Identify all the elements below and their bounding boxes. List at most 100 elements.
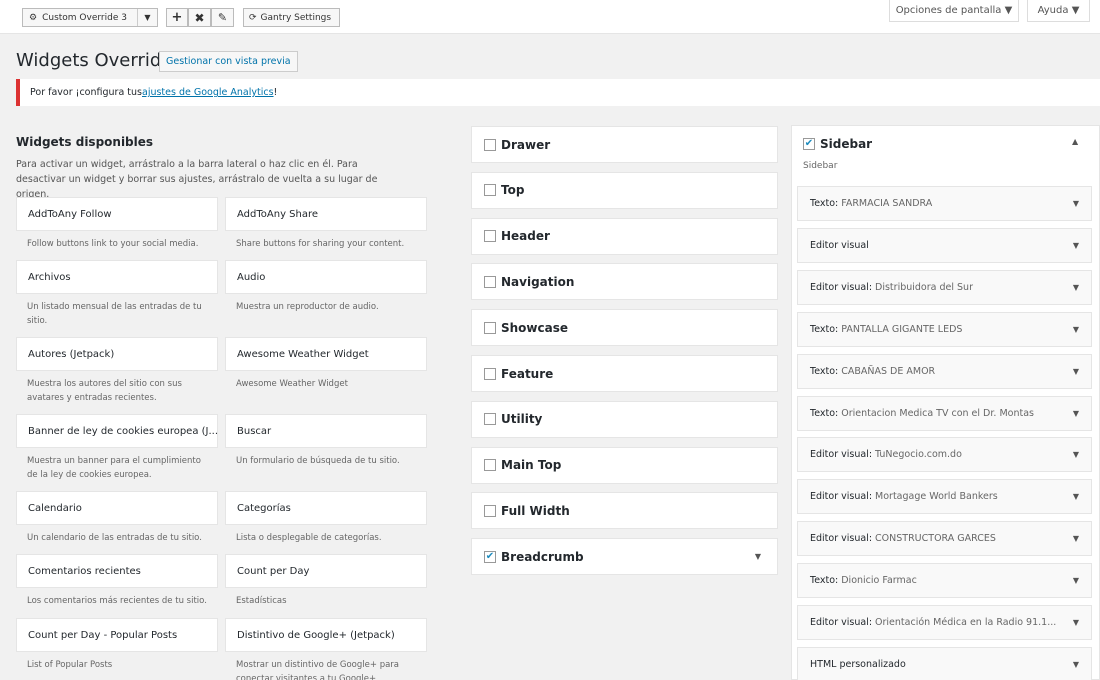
position-showcase[interactable]: Showcase xyxy=(471,309,778,347)
position-checkbox[interactable] xyxy=(484,138,496,151)
caret-down-icon[interactable]: ▼ xyxy=(1073,283,1079,292)
widget-type: Editor visual xyxy=(810,239,869,251)
sidebar-widget-item[interactable]: Editor visual: TuNegocio.com.do ▼ xyxy=(797,437,1092,473)
widget-type: HTML personalizado xyxy=(810,658,906,670)
position-name: Showcase xyxy=(501,320,569,335)
available-widget[interactable]: Count per Day - Popular Posts xyxy=(16,618,218,652)
position-checkbox[interactable] xyxy=(484,321,496,334)
widget-title: TuNegocio.com.do xyxy=(875,449,962,461)
available-widget[interactable]: Comentarios recientes xyxy=(16,554,218,588)
available-widget[interactable]: Count per Day xyxy=(225,554,427,588)
available-widget[interactable]: Autores (Jetpack) xyxy=(16,337,218,371)
plus-icon: + xyxy=(171,10,183,25)
manage-preview-button[interactable]: Gestionar con vista previa xyxy=(159,51,298,72)
widget-description: Lista o desplegable de categorías. xyxy=(236,533,382,543)
caret-down-icon[interactable]: ▼ xyxy=(755,552,761,561)
sidebar-checkbox[interactable]: ✔ xyxy=(803,138,815,150)
widget-name: Categorías xyxy=(237,502,291,514)
position-name: Utility xyxy=(501,412,543,427)
widget-description: Los comentarios más recientes de tu siti… xyxy=(27,596,207,606)
sidebar-widget-item[interactable]: Editor visual: Orientación Médica en la R… xyxy=(797,605,1092,640)
position-header[interactable]: Header xyxy=(471,217,778,255)
position-feature[interactable]: Feature xyxy=(471,355,778,392)
caret-down-icon[interactable]: ▼ xyxy=(1073,325,1079,334)
available-widget[interactable]: Categorías xyxy=(225,491,427,525)
available-widget[interactable]: Archivos xyxy=(16,260,218,294)
widget-name: Archivos xyxy=(28,271,71,283)
widget-description: Awesome Weather Widget xyxy=(236,379,348,389)
override-select[interactable]: ⚙ Custom Override 3 ▼ xyxy=(22,8,158,27)
sidebar-widget-item[interactable]: Texto: FARMACIA SANDRA ▼ xyxy=(797,186,1092,221)
available-widget[interactable]: AddToAny Follow xyxy=(16,197,218,231)
sidebar-header[interactable]: ✔ Sidebar xyxy=(803,137,872,151)
help-label: Ayuda xyxy=(1037,5,1069,16)
close-icon: ✖ xyxy=(194,10,205,25)
position-checkbox[interactable] xyxy=(484,184,496,197)
position-utility[interactable]: Utility xyxy=(471,400,778,438)
available-widgets-description: Para activar un widget, arrástralo a la … xyxy=(16,159,378,200)
notice-text-before: Por favor ¡configura tus xyxy=(30,87,142,98)
widget-description: Mostrar un distintivo de Google+ para co… xyxy=(236,660,399,680)
widget-name: Awesome Weather Widget xyxy=(237,348,369,360)
position-checkbox[interactable] xyxy=(484,459,496,472)
position-breadcrumb[interactable]: ✔ Breadcrumb ▼ xyxy=(471,538,778,576)
position-navigation[interactable]: Navigation xyxy=(471,263,778,301)
caret-down-icon[interactable]: ▼ xyxy=(1073,409,1079,418)
gantry-settings-button[interactable]: ⟳ Gantry Settings xyxy=(243,8,340,27)
sidebar-widget-item[interactable]: Texto: CABAÑAS DE AMOR ▼ xyxy=(797,353,1092,389)
analytics-settings-link[interactable]: ajustes de Google Analytics xyxy=(142,87,274,98)
delete-override-button[interactable]: ✖ xyxy=(188,8,211,27)
available-widget[interactable]: Calendario xyxy=(16,491,218,525)
chevron-up-icon[interactable]: ▲ xyxy=(1072,137,1078,146)
widget-type: Texto: xyxy=(810,198,839,209)
caret-down-icon[interactable]: ▼ xyxy=(1073,241,1079,250)
add-override-button[interactable]: + xyxy=(166,8,188,27)
sidebar-widget-item[interactable]: Editor visual: Mortagage World Bankers ▼ xyxy=(797,479,1092,515)
position-top[interactable]: Top xyxy=(471,171,778,209)
available-widget[interactable]: Audio xyxy=(225,260,427,294)
widget-title: FARMACIA SANDRA xyxy=(841,198,933,209)
widget-name: Autores (Jetpack) xyxy=(28,348,115,360)
available-widget[interactable]: AddToAny Share xyxy=(225,197,427,231)
widget-title: Mortagage World Bankers xyxy=(875,491,998,503)
caret-down-icon[interactable]: ▼ xyxy=(1073,199,1079,208)
widget-title: Orientacion Medica TV con el Dr. Montas xyxy=(841,407,1034,419)
sidebar-widget-item[interactable]: HTML personalizado ▼ xyxy=(797,646,1092,680)
position-full-width[interactable]: Full Width xyxy=(471,492,778,530)
position-name: Header xyxy=(501,229,550,244)
position-checkbox[interactable] xyxy=(484,504,496,517)
sidebar-widget-item[interactable]: Editor visual: CONSTRUCTORA GARCES ▼ xyxy=(797,521,1092,557)
available-widget[interactable]: Buscar xyxy=(225,414,427,448)
edit-override-button[interactable]: ✎ xyxy=(211,8,234,27)
chevron-down-icon: ▼ xyxy=(137,9,157,26)
position-checkbox[interactable] xyxy=(484,367,496,380)
sidebar-widget-item[interactable]: Texto: PANTALLA GIGANTE LEDS ▼ xyxy=(797,311,1092,347)
available-widget[interactable]: Banner de ley de cookies europea (J... xyxy=(16,414,218,448)
position-checkbox[interactable]: ✔ xyxy=(484,550,496,563)
caret-down-icon[interactable]: ▼ xyxy=(1073,367,1079,376)
sidebar-widget-item[interactable]: Texto: Dionicio Farmac ▼ xyxy=(797,563,1092,599)
position-drawer[interactable]: Drawer xyxy=(471,126,778,163)
position-main-top[interactable]: Main Top xyxy=(471,446,778,484)
caret-down-icon[interactable]: ▼ xyxy=(1073,660,1079,669)
caret-down-icon[interactable]: ▼ xyxy=(1073,534,1079,543)
widget-description: Muestra un banner para el cumplimiento d… xyxy=(27,456,201,480)
sidebar-widget-item[interactable]: Texto: Orientacion Medica TV con el Dr. M… xyxy=(797,395,1092,431)
screen-options-button[interactable]: Opciones de pantalla ▼ xyxy=(889,0,1019,22)
caret-down-icon[interactable]: ▼ xyxy=(1073,576,1079,585)
position-checkbox[interactable] xyxy=(484,230,496,243)
widget-description: Un listado mensual de las entradas de tu… xyxy=(27,302,202,326)
help-button[interactable]: Ayuda ▼ xyxy=(1027,0,1090,22)
caret-down-icon[interactable]: ▼ xyxy=(1073,492,1079,501)
caret-down-icon[interactable]: ▼ xyxy=(1073,618,1079,627)
sidebar-widget-item[interactable]: Editor visual: Distribuidora del Sur ▼ xyxy=(797,269,1092,305)
position-checkbox[interactable] xyxy=(484,275,496,288)
caret-down-icon: ▼ xyxy=(1004,5,1013,16)
available-widget[interactable]: Distintivo de Google+ (Jetpack) xyxy=(225,618,427,652)
available-widget[interactable]: Awesome Weather Widget xyxy=(225,337,427,371)
position-checkbox[interactable] xyxy=(484,413,496,426)
sidebar-widget-item[interactable]: Editor visual ▼ xyxy=(797,227,1092,263)
widget-title: CABAÑAS DE AMOR xyxy=(841,365,936,377)
widget-name: Count per Day - Popular Posts xyxy=(28,629,178,641)
caret-down-icon[interactable]: ▼ xyxy=(1073,450,1079,459)
